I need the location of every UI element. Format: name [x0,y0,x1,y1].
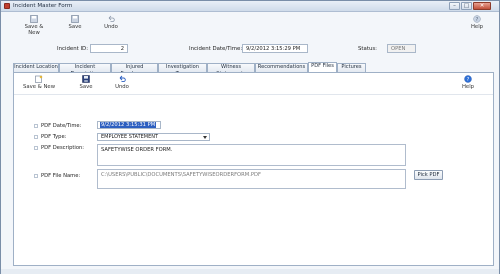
incident-id-field[interactable]: 2 [90,44,128,53]
save-button[interactable]: Save [65,13,85,30]
maximize-button[interactable]: □ [461,2,472,10]
panel-help-label: Help [461,84,475,90]
main-window: Incident Master Form – □ ✕ Save & New Sa… [0,0,500,274]
tab-incident-description[interactable]: Incident Description [59,63,111,77]
save-new-icon [30,15,38,23]
title-bar: Incident Master Form – □ ✕ [1,1,499,12]
row-indicator [34,135,38,139]
incident-datetime-label: Incident Date/Time: [189,46,243,52]
tab-witness-statements[interactable]: Witness Statements [207,63,255,77]
pdf-files-panel: Save & New Save Undo ? Help PDF Date/Tim… [13,72,494,266]
floppy-disk-icon [71,15,79,23]
incident-datetime-field[interactable]: 9/2/2012 3:15:29 PM [242,44,308,53]
panel-undo-button[interactable]: Undo [112,73,132,90]
pdf-filename-label: PDF File Name: [41,173,81,179]
pdf-description-textarea[interactable]: SAFETYWISE ORDER FORM. [97,144,406,166]
tab-incident-location[interactable]: Incident Location [13,63,59,72]
window-title: Incident Master Form [13,3,73,9]
row-indicator [34,146,38,150]
minimize-button[interactable]: – [449,2,460,10]
panel-toolbar: Save & New Save Undo ? Help [14,73,493,95]
pdf-description-label: PDF Description: [41,145,85,151]
tab-pictures[interactable]: Pictures [337,63,366,72]
incident-header: Incident ID: 2 Incident Date/Time: 9/2/2… [1,41,499,55]
pdf-type-select[interactable]: EMPLOYEE STATEMENT [97,133,210,141]
row-indicator [34,174,38,178]
pdf-filename-field[interactable]: C:\USERS\PUBLIC\DOCUMENTS\SAFETYWISEORDE… [97,169,406,189]
undo-arrow-icon [108,15,115,22]
pdf-type-label: PDF Type: [41,134,67,140]
help-button[interactable]: ? Help [467,13,487,30]
pick-pdf-button[interactable]: Pick PDF [414,170,443,180]
svg-text:?: ? [476,17,479,23]
tab-strip: Incident Location Incident Description I… [13,62,493,77]
tab-pdf-files[interactable]: PDF Files [308,62,337,72]
tab-injured-employees[interactable]: Injured Employees [111,63,158,77]
pdf-datetime-label: PDF Date/Time: [41,123,82,129]
close-button[interactable]: ✕ [473,2,491,10]
pdf-datetime-field[interactable]: 9/2/2012 3:15:31 PM [97,121,161,129]
undo-arrow-icon [119,75,126,83]
status-label: Status: [358,46,377,52]
floppy-disk-icon [82,75,90,83]
status-field[interactable]: OPEN [387,44,416,53]
pdf-datetime-value: 9/2/2012 3:15:31 PM [100,122,157,128]
svg-text:?: ? [467,77,470,83]
chevron-down-icon [203,136,207,139]
undo-label: Undo [104,24,118,30]
undo-button[interactable]: Undo [101,13,121,30]
row-indicator [34,124,38,128]
save-new-label: Save & New [24,24,44,36]
help-circle-icon: ? [473,15,481,23]
panel-save-label: Save [79,84,93,90]
help-label: Help [470,24,484,30]
panel-save-new-button[interactable]: Save & New [22,73,56,90]
main-toolbar: Save & New Save Undo ? Help [1,13,499,36]
panel-help-button[interactable]: ? Help [458,73,478,90]
panel-save-button[interactable]: Save [76,73,96,90]
status-bar [1,269,499,274]
panel-undo-label: Undo [115,84,129,90]
tab-recommendations[interactable]: Recommendations [255,63,308,72]
save-label: Save [68,24,82,30]
incident-id-label: Incident ID: [57,46,89,52]
tab-investigation-team[interactable]: Investigation Team [158,63,207,77]
save-new-button[interactable]: Save & New [19,13,49,36]
help-circle-icon: ? [464,75,472,83]
panel-save-new-label: Save & New [22,84,56,90]
app-icon [4,3,10,9]
pdf-type-value: EMPLOYEE STATEMENT [101,134,159,140]
save-new-icon [35,75,43,83]
